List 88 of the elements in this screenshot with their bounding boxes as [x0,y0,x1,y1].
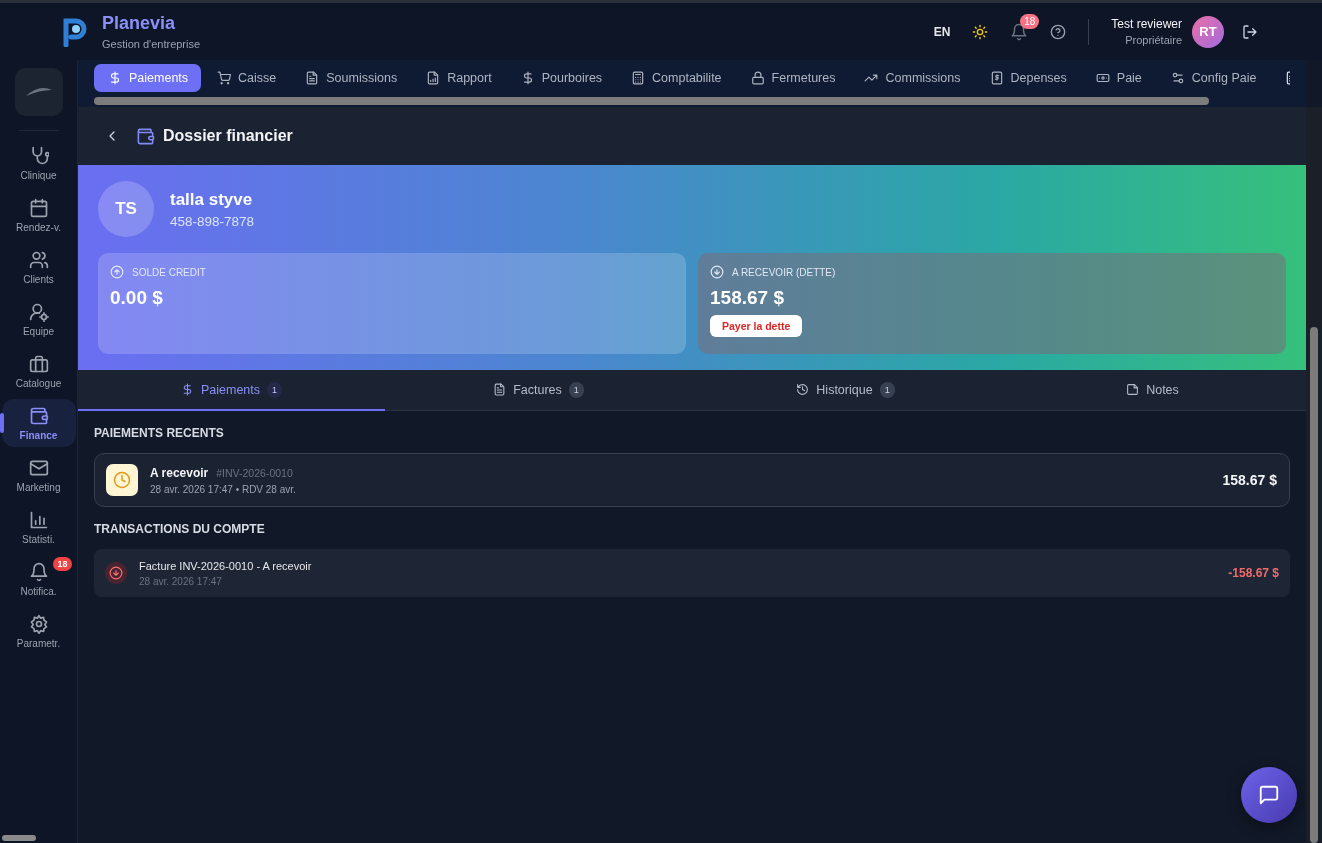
module-tab[interactable]: Rapport [412,64,505,92]
balance-label: SOLDE CREDIT [132,266,206,278]
payment-details: 28 avr. 2026 17:47 • RDV 28 avr. [150,483,296,495]
briefcase-icon [28,353,49,374]
module-tab[interactable]: Soumissions [291,64,411,92]
user-gear-icon [28,301,49,322]
wallet-icon [136,126,155,146]
notification-badge: 18 [1020,13,1040,29]
report-icon [426,71,441,85]
module-tab[interactable]: Depenses [975,64,1080,92]
section-title: TRANSACTIONS DU COMPTE [94,522,266,536]
cart-icon [217,71,232,85]
users-icon [28,249,49,270]
client-avatar: TS [98,181,154,237]
dollar-icon [108,71,122,85]
clock-icon [113,471,131,489]
sidebar-item[interactable]: Clinique [1,139,76,187]
language-toggle[interactable]: EN [933,24,951,39]
count-badge: 1 [568,381,584,398]
sliders-icon [1170,71,1185,85]
module-tab[interactable]: Fermetures [736,64,849,92]
page-title: Dossier financier [163,127,293,145]
payment-card[interactable]: A recevoir #INV-2026-0010 28 avr. 2026 17:47 • RDV 28 avr. 158.67 $ [94,453,1290,507]
transaction-description: Facture INV-2026-0010 - A recevoir [139,559,312,572]
payment-status: A recevoir [150,465,209,480]
payment-amount: 158.67 $ [1222,472,1277,488]
client-phone: 458-898-7878 [170,213,255,229]
module-tab[interactable]: Config Paie [1156,64,1270,92]
invoice-reference: #INV-2026-0010 [216,466,293,479]
bar-chart-icon [28,509,49,530]
app-subtitle: Gestion d'entreprise [102,38,201,50]
receipt-icon [989,71,1004,85]
note-icon [1126,383,1140,396]
wallet-icon [28,405,49,426]
module-tab[interactable]: Caisse [203,64,290,92]
arrow-down-icon [710,265,724,279]
scrollbar-thumb[interactable] [1310,327,1318,843]
calendar-icon [28,197,49,218]
section-title: PAIEMENTS RECENTS [94,426,225,440]
sidebar-item[interactable]: Rendez-v. [1,191,76,239]
balance-label: A RECEVOIR (DETTE) [732,266,836,278]
sidebar-item[interactable]: Catalogue [1,347,76,395]
detail-tab[interactable]: Paiements 1 [78,370,385,411]
sidebar-item[interactable]: Finance [1,399,76,447]
lock-icon [750,71,765,85]
document-icon [305,71,320,85]
sidebar-item[interactable]: Parametr. [1,607,76,655]
module-tab[interactable]: Paiements [94,64,202,92]
bell-icon [28,561,49,582]
arrow-down-icon [109,566,123,580]
module-tab[interactable]: Commissions [850,64,974,92]
count-badge: 1 [267,381,283,398]
scrollbar-thumb[interactable] [94,96,1209,105]
balance-amount: 0.00 $ [110,287,163,309]
client-name: talla styve [170,189,254,210]
business-logo [14,68,63,116]
document-icon [493,383,507,396]
scrollbar-thumb[interactable] [2,835,36,841]
help-icon [1050,23,1067,40]
balance-amount: 158.67 $ [710,287,784,309]
detail-tab[interactable]: Factures 1 [385,370,692,411]
module-tab[interactable]: Paie [1081,64,1155,92]
transaction-date: 28 avr. 2026 17:47 [139,575,223,587]
module-tab[interactable]: Pourboires [506,64,616,92]
sidebar-item[interactable]: Marketing [1,451,76,499]
app-name: Planevia [102,13,177,34]
history-icon [796,383,810,396]
sidebar-item[interactable]: Notifica. 18 [1,555,76,603]
settings-icon [28,613,49,634]
sidebar-item[interactable]: Equipe [1,295,76,343]
sun-icon [972,23,989,40]
user-name: Test reviewer [1111,17,1182,31]
module-tab[interactable]: Comptabilite [617,64,735,92]
logo-icon [62,16,88,47]
logout-icon [1242,23,1258,40]
user-role: Propriétaire [1125,34,1182,46]
calculator-icon [631,71,646,85]
banknote-icon [1095,71,1110,85]
arrow-up-icon [110,265,124,279]
notification-badge: 18 [53,557,72,571]
detail-tab[interactable]: Notes [999,370,1306,411]
sidebar-item[interactable]: Statisti. [1,503,76,551]
count-badge: 1 [879,381,895,398]
detail-tab[interactable]: Historique 1 [692,370,999,411]
transaction-amount: -158.67 $ [1228,566,1279,580]
chat-icon [1258,784,1280,806]
pay-debt-button[interactable]: Payer la dette [710,315,803,337]
sidebar-item[interactable]: Clients [1,243,76,291]
